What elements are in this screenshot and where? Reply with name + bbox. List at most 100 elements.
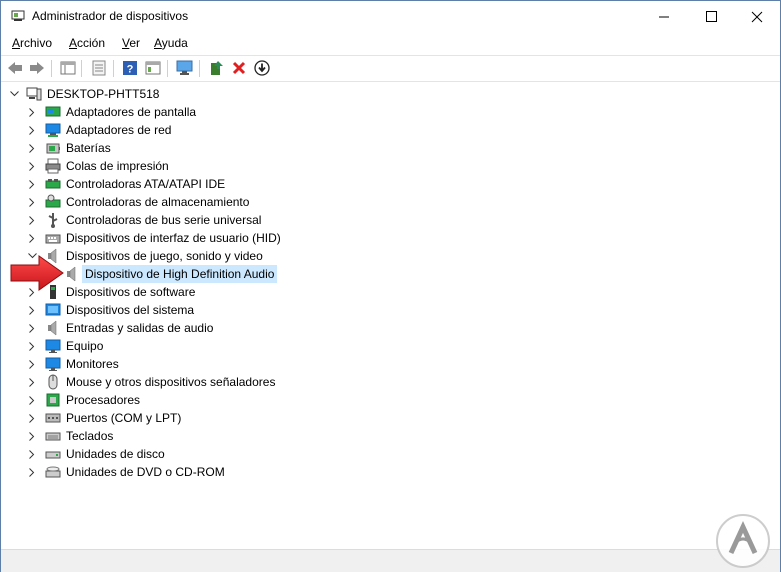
minimize-button[interactable] <box>641 1 687 32</box>
tree-item-mouse-y-otros-dispositivos-senaladores[interactable]: Mouse y otros dispositivos señaladores <box>1 373 501 391</box>
window-title: Administrador de dispositivos <box>32 9 189 23</box>
expand-chevron-icon[interactable] <box>27 337 37 355</box>
expand-chevron-icon[interactable] <box>27 427 37 445</box>
uninstall-device-button[interactable] <box>230 59 248 77</box>
audio-io-icon <box>48 320 57 336</box>
usb-icon <box>48 213 58 228</box>
toolbar-separator <box>167 60 168 77</box>
expand-chevron-icon[interactable] <box>27 157 37 175</box>
processor-icon <box>46 393 60 407</box>
expand-chevron-icon[interactable] <box>27 301 37 319</box>
display-adapter-icon <box>45 106 61 117</box>
menu-archivo[interactable]: Archivo <box>12 36 52 50</box>
tree-item-dispositivos-de-interfaz-de-usuario-hid[interactable]: Dispositivos de interfaz de usuario (HID… <box>1 229 501 247</box>
tree-item-label: Controladoras ATA/ATAPI IDE <box>66 177 226 191</box>
tree-item-controladoras-de-almacenamiento[interactable]: Controladoras de almacenamiento <box>1 193 501 211</box>
forward-button[interactable] <box>28 59 46 77</box>
tree-item-adaptadores-de-pantalla[interactable]: Adaptadores de pantalla <box>1 103 501 121</box>
tree-item-label: Controladoras de bus serie universal <box>66 213 262 227</box>
tree-item-procesadores[interactable]: Procesadores <box>1 391 501 409</box>
expand-chevron-icon[interactable] <box>27 175 37 193</box>
tree-root-label: DESKTOP-PHTT518 <box>47 87 160 101</box>
expand-chevron-icon[interactable] <box>27 103 37 121</box>
expand-chevron-icon[interactable] <box>27 463 37 481</box>
expand-chevron-icon[interactable] <box>27 121 37 139</box>
expand-chevron-icon[interactable] <box>27 391 37 409</box>
hid-icon <box>45 234 61 244</box>
expand-chevron-icon[interactable] <box>27 445 37 463</box>
expand-chevron-icon[interactable] <box>27 229 37 247</box>
tree-item-label: Adaptadores de pantalla <box>66 105 197 119</box>
menu-ver[interactable]: Ver <box>122 36 140 50</box>
scan-hardware-icon <box>176 60 193 75</box>
tree-item-label: Equipo <box>66 339 104 353</box>
ide-controller-icon <box>45 179 61 189</box>
tree-item-label: Dispositivos de juego, sonido y video <box>66 249 263 263</box>
tree-item-puertos-com-y-lpt[interactable]: Puertos (COM y LPT) <box>1 409 501 427</box>
expand-chevron-icon[interactable] <box>27 373 37 391</box>
properties-icon <box>92 60 106 76</box>
tree-item-label: Mouse y otros dispositivos señaladores <box>66 375 276 389</box>
close-icon <box>751 11 763 22</box>
tree-item-colas-de-impresion[interactable]: Colas de impresión <box>1 157 501 175</box>
monitor-icon <box>45 357 61 371</box>
port-icon <box>45 413 61 423</box>
tree-root[interactable]: DESKTOP-PHTT518 <box>1 85 401 103</box>
status-bar <box>1 549 780 572</box>
tree-item-teclados[interactable]: Teclados <box>1 427 501 445</box>
tree-item-label: Unidades de disco <box>66 447 165 461</box>
keyboard-icon <box>45 432 61 441</box>
expand-chevron-icon[interactable] <box>27 139 37 157</box>
title-bar[interactable]: Administrador de dispositivos <box>1 1 780 32</box>
tree-child-label: Dispositivo de High Definition Audio <box>82 265 278 283</box>
tree-item-label: Entradas y salidas de audio <box>66 321 214 335</box>
view-button[interactable] <box>144 59 162 77</box>
scan-hardware-button[interactable] <box>176 59 194 77</box>
tree-item-controladoras-ata-atapi-ide[interactable]: Controladoras ATA/ATAPI IDE <box>1 175 501 193</box>
disable-device-button[interactable] <box>253 59 271 77</box>
expand-chevron-icon[interactable] <box>27 193 37 211</box>
tree-item-dispositivos-de-software[interactable]: Dispositivos de software <box>1 283 501 301</box>
menu-accion[interactable]: Acción <box>69 36 105 50</box>
expand-chevron-icon[interactable] <box>27 211 37 229</box>
tree-item-dispositivos-del-sistema[interactable]: Dispositivos del sistema <box>1 301 501 319</box>
console-tree-icon <box>60 61 76 75</box>
tree-item-controladoras-de-bus-serie-universal[interactable]: Controladoras de bus serie universal <box>1 211 501 229</box>
site-logo-watermark <box>716 514 770 568</box>
view-list-icon <box>145 61 161 75</box>
help-icon: ? <box>123 61 137 76</box>
tree-item-unidades-de-disco[interactable]: Unidades de disco <box>1 445 501 463</box>
tree-child-dispositivo-de-high-definition-audio[interactable]: Dispositivo de High Definition Audio <box>1 265 501 283</box>
update-driver-button[interactable] <box>207 59 225 77</box>
tree-item-unidades-de-dvd-o-cd-rom[interactable]: Unidades de DVD o CD-ROM <box>1 463 501 481</box>
help-button[interactable]: ? <box>121 59 139 77</box>
expand-chevron-icon[interactable] <box>27 319 37 337</box>
menu-ayuda[interactable]: Ayuda <box>154 36 188 50</box>
maximize-icon <box>705 11 717 22</box>
tree-item-monitores[interactable]: Monitores <box>1 355 501 373</box>
tree-item-label: Teclados <box>66 429 114 443</box>
tree-item-label: Colas de impresión <box>66 159 169 173</box>
tree-item-label: Dispositivos de interfaz de usuario (HID… <box>66 231 281 245</box>
maximize-button[interactable] <box>688 1 734 32</box>
collapse-chevron-icon[interactable] <box>9 85 19 103</box>
update-driver-icon <box>211 61 223 75</box>
properties-button[interactable] <box>90 59 108 77</box>
system-device-icon <box>45 303 61 316</box>
expand-chevron-icon[interactable] <box>27 409 37 427</box>
show-hide-console-tree-button[interactable] <box>59 59 77 77</box>
toolbar-separator <box>81 60 82 77</box>
tree-item-entradas-y-salidas-de-audio[interactable]: Entradas y salidas de audio <box>1 319 501 337</box>
toolbar: ? <box>1 55 780 82</box>
close-button[interactable] <box>734 1 780 32</box>
tree-item-equipo[interactable]: Equipo <box>1 337 501 355</box>
expand-chevron-icon[interactable] <box>27 355 37 373</box>
tree-item-label: Dispositivos del sistema <box>66 303 195 317</box>
tree-item-adaptadores-de-red[interactable]: Adaptadores de red <box>1 121 501 139</box>
network-adapter-icon <box>45 123 61 137</box>
uninstall-x-icon <box>232 61 246 75</box>
device-tree: DESKTOP-PHTT518 Adaptadores de pantalla A… <box>1 82 780 548</box>
back-button[interactable] <box>6 59 24 77</box>
tree-item-dispositivos-de-juego-sonido-y-video[interactable]: Dispositivos de juego, sonido y video <box>1 247 501 265</box>
tree-item-baterias[interactable]: Baterías <box>1 139 501 157</box>
